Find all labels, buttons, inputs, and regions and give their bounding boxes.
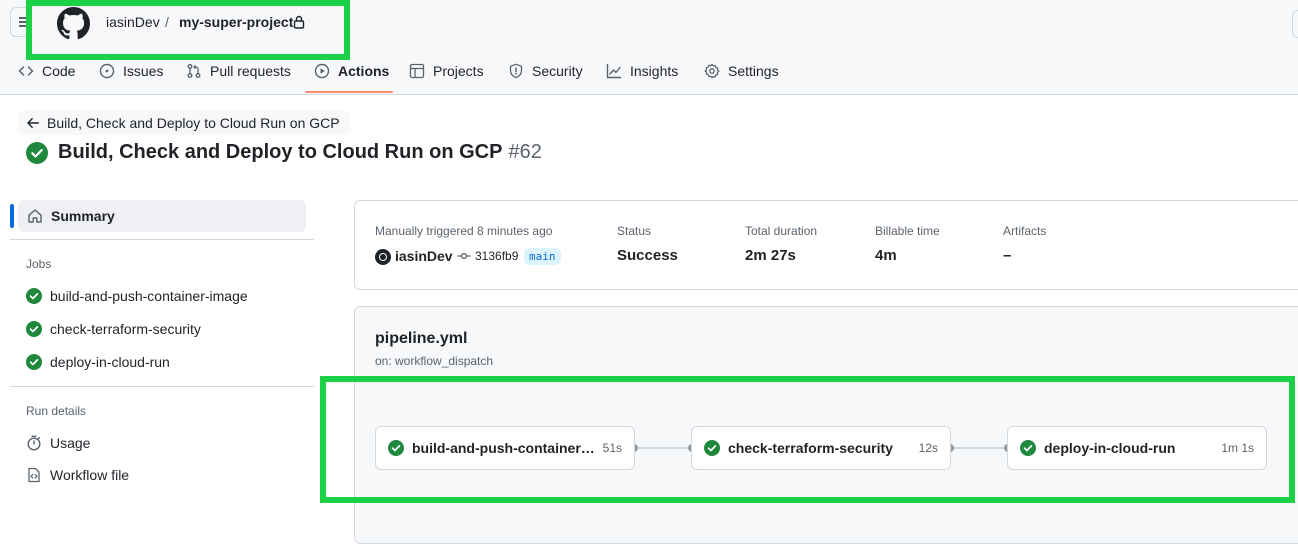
tab-security[interactable]: Security [508,61,583,81]
arrow-left-icon [27,118,39,128]
run-title: Build, Check and Deploy to Cloud Run on … [58,141,503,163]
check-circle-fill-icon [26,354,42,370]
shield-icon [509,63,523,79]
actor-link[interactable]: iasinDev [395,248,453,264]
tab-code-label: Code [42,63,76,79]
jobs-highlight-box [320,376,1295,503]
commit-link[interactable]: 3136fb9 [457,249,518,263]
sidebar-job-build[interactable]: build-and-push-container-image [26,286,248,306]
sidebar-run-details-heading: Run details [26,404,87,418]
gear-icon [704,63,720,79]
repo-highlight-box [26,0,350,60]
code-icon [18,66,34,76]
status-value: Success [617,247,678,264]
stopwatch-icon [27,435,41,451]
sidebar-usage-label: Usage [50,435,91,451]
trigger-label: Manually triggered 8 minutes ago [375,224,553,238]
sidebar-jobs-heading: Jobs [26,257,52,271]
run-number: #62 [508,141,542,163]
sidebar-divider [10,386,314,387]
status-label: Status [617,224,652,238]
active-tab-indicator [305,91,393,93]
billable-value: 4m [875,247,897,264]
check-circle-fill-icon [26,141,48,164]
tab-projects-label: Projects [433,63,484,79]
check-circle-fill-icon [26,321,42,337]
file-code-icon [28,467,40,483]
sidebar-divider [10,239,314,240]
sidebar-item-workflow-file[interactable]: Workflow file [26,465,129,485]
artifacts-value: – [1003,247,1012,264]
avatar [375,249,391,265]
tab-actions[interactable]: Actions [314,61,389,81]
summary-active-marker [10,204,14,228]
git-pull-request-icon [187,64,201,78]
tab-insights-label: Insights [630,63,679,79]
check-circle-fill-icon [26,288,42,304]
tab-insights[interactable]: Insights [606,61,678,81]
tab-security-label: Security [532,63,583,79]
billable-label: Billable time [875,224,940,238]
tab-settings-label: Settings [728,63,779,79]
graph-icon [606,63,622,79]
git-commit-icon [457,252,471,260]
branch-badge[interactable]: main [524,248,561,265]
workflow-trigger: on: workflow_dispatch [375,354,494,368]
sidebar-job-deploy[interactable]: deploy-in-cloud-run [26,352,170,372]
page-title: Build, Check and Deploy to Cloud Run on … [26,141,542,164]
sidebar-job-label: build-and-push-container-image [50,288,248,304]
play-icon [314,63,330,79]
run-summary-card [354,200,1298,290]
duration-value: 2m 27s [745,247,796,264]
home-icon [28,209,42,223]
tab-issues[interactable]: Issues [99,61,163,81]
commit-sha: 3136fb9 [475,249,519,263]
tab-settings[interactable]: Settings [704,61,779,81]
sidebar-summary-label: Summary [51,208,115,224]
sidebar-item-usage[interactable]: Usage [26,433,90,453]
tab-pull-requests[interactable]: Pull requests [186,61,291,81]
artifacts-label: Artifacts [1003,224,1047,238]
duration-label: Total duration [745,224,818,238]
sidebar-job-label: deploy-in-cloud-run [50,354,170,370]
tab-actions-label: Actions [338,63,390,79]
tab-code[interactable]: Code [18,61,75,81]
tab-projects[interactable]: Projects [409,61,484,81]
sidebar-job-check[interactable]: check-terraform-security [26,319,201,339]
header-right-button[interactable] [1292,10,1298,38]
tab-pull-requests-label: Pull requests [210,63,291,79]
table-icon [409,63,425,79]
tab-issues-label: Issues [123,63,164,79]
sidebar-job-label: check-terraform-security [50,321,201,337]
issue-opened-icon [99,63,115,79]
sidebar-workflow-file-label: Workflow file [50,467,130,483]
sidebar-item-summary[interactable]: Summary [18,200,306,232]
back-to-workflow-link[interactable]: Build, Check and Deploy to Cloud Run on … [18,111,350,135]
workflow-file-name: pipeline.yml [375,330,468,347]
back-link-label: Build, Check and Deploy to Cloud Run on … [47,115,340,131]
